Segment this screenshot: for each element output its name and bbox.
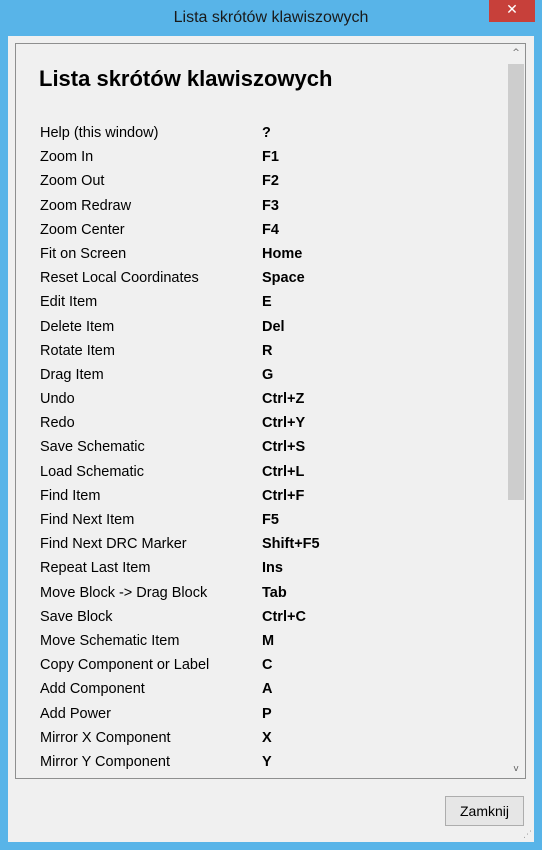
shortcut-key: Ctrl+Y: [262, 415, 306, 432]
shortcut-row: Zoom Redraw F3: [40, 196, 500, 220]
scroll-down-arrow[interactable]: v: [507, 760, 525, 778]
shortcut-row: Zoom Out F2: [40, 171, 500, 195]
chevron-up-icon: ^: [512, 48, 520, 58]
shortcut-row: Repeat Last Item Ins: [40, 558, 500, 582]
window-title: Lista skrótów klawiszowych: [173, 9, 369, 26]
shortcut-action: Mirror Y Component: [40, 753, 171, 770]
shortcut-list-content: Lista skrótów klawiszowych Help (this wi…: [17, 45, 507, 777]
shortcut-action: Find Item: [40, 487, 101, 504]
shortcut-action: Repeat Last Item: [40, 560, 151, 577]
shortcut-row: Undo Ctrl+Z: [40, 389, 500, 413]
shortcut-key: ?: [262, 125, 271, 141]
shortcut-key: Ctrl+L: [262, 463, 305, 480]
vertical-scrollbar[interactable]: ^ v: [507, 44, 525, 778]
shortcut-action: Help (this window): [40, 125, 159, 141]
shortcut-row: Fit on Screen Home: [40, 244, 500, 268]
dialog-client-area: Lista skrótów klawiszowych Help (this wi…: [8, 36, 534, 842]
shortcut-row: Load Schematic Ctrl+L: [40, 462, 500, 486]
shortcut-key: Ctrl+S: [262, 439, 306, 456]
shortcut-row: Rotate Item R: [40, 341, 500, 365]
shortcut-key: X: [262, 729, 272, 746]
shortcut-action: Reset Local Coordinates: [40, 270, 199, 287]
shortcut-action: Zoom Center: [40, 221, 125, 238]
shortcut-row: Reset Local Coordinates Space: [40, 268, 500, 292]
shortcut-key: F5: [262, 512, 279, 528]
shortcut-key: F4: [262, 221, 279, 238]
shortcut-row: Delete Item Del: [40, 317, 500, 341]
shortcut-action: Load Schematic: [40, 463, 144, 480]
shortcut-row: Redo Ctrl+Y: [40, 413, 500, 437]
close-icon: ✕: [506, 2, 518, 18]
shortcut-row: Mirror X Component X: [40, 728, 500, 752]
shortcut-key: Y: [262, 753, 272, 770]
shortcut-row: Copy Component or Label C: [40, 655, 500, 679]
shortcut-action: Redo: [40, 415, 75, 432]
dialog-window: Lista skrótów klawiszowych ✕ Lista skrót…: [0, 0, 542, 850]
shortcut-row: Mirror Y Component Y: [40, 752, 500, 776]
shortcut-key: Del: [262, 318, 285, 335]
shortcut-key: R: [262, 342, 273, 359]
shortcut-action: Move Schematic Item: [40, 632, 180, 649]
shortcut-row: Zoom Center F4: [40, 220, 500, 244]
close-dialog-button[interactable]: Zamknij: [445, 796, 524, 826]
shortcut-key: A: [262, 681, 273, 698]
shortcut-action: Add Component: [40, 681, 145, 698]
shortcut-action: Rotate Item: [40, 342, 115, 359]
shortcut-action: Add Power: [40, 705, 111, 722]
shortcut-key: G: [262, 366, 274, 383]
shortcut-key: C: [262, 657, 273, 674]
shortcut-key: Ctrl+Z: [262, 391, 305, 408]
shortcut-key: Home: [262, 245, 303, 262]
shortcut-key: E: [262, 294, 272, 311]
shortcut-action: Undo: [40, 391, 75, 408]
shortcut-row: Add Component A: [40, 679, 500, 703]
shortcut-row: Add Power P: [40, 704, 500, 728]
shortcut-list-frame: Lista skrótów klawiszowych Help (this wi…: [15, 43, 526, 779]
shortcut-key: Shift+F5: [262, 536, 320, 553]
shortcut-row: Help (this window)?: [40, 123, 500, 147]
shortcut-row: Save Schematic Ctrl+S: [40, 437, 500, 461]
shortcut-row: Move Schematic Item M: [40, 631, 500, 655]
shortcut-action: Save Block: [40, 608, 113, 625]
shortcut-key: P: [262, 705, 272, 722]
shortcut-action: Edit Item: [40, 294, 98, 311]
shortcut-row: Edit Item E: [40, 292, 500, 316]
shortcut-row: Find Next DRC Marker Shift+F5: [40, 534, 500, 558]
window-close-button[interactable]: ✕: [489, 0, 535, 22]
shortcut-action: Mirror X Component: [40, 729, 171, 746]
chevron-down-icon: v: [513, 764, 519, 774]
title-bar[interactable]: Lista skrótów klawiszowych ✕: [0, 0, 542, 36]
shortcut-action: Copy Component or Label: [40, 657, 210, 674]
shortcut-key: Ctrl+C: [262, 608, 306, 625]
shortcut-action: Zoom Redraw: [40, 197, 132, 214]
shortcut-row: Find Item Ctrl+F: [40, 486, 500, 510]
shortcut-row: Drag Item G: [40, 365, 500, 389]
scroll-up-arrow[interactable]: ^: [507, 44, 525, 62]
shortcut-action: Save Schematic: [40, 439, 145, 456]
shortcut-key: Space: [262, 270, 305, 287]
shortcut-action: Drag Item: [40, 366, 104, 383]
shortcut-row: Move Block -> Drag Block Tab: [40, 583, 500, 607]
shortcut-key: F2: [262, 173, 279, 190]
shortcut-key: F1: [262, 149, 279, 166]
shortcut-row: Save Block Ctrl+C: [40, 607, 500, 631]
shortcut-key: Tab: [262, 584, 287, 601]
shortcut-table: Help (this window)? Zoom In F1 Zoom Out F2 Zo…: [40, 123, 500, 776]
scroll-thumb[interactable]: [508, 64, 524, 500]
shortcut-key: Ins: [262, 560, 283, 577]
shortcut-action: Move Block -> Drag Block: [40, 584, 208, 601]
shortcut-action: Find Next DRC Marker: [40, 536, 187, 553]
shortcut-action: Zoom Out: [40, 173, 105, 190]
shortcut-row: Find Next Item F5: [40, 510, 500, 534]
shortcut-action: Fit on Screen: [40, 245, 127, 262]
resize-grip-icon[interactable]: ⋰: [523, 831, 532, 840]
shortcut-action: Find Next Item: [40, 512, 135, 528]
page-title: Lista skrótów klawiszowych: [39, 66, 333, 91]
shortcut-key: Ctrl+F: [262, 487, 305, 504]
shortcut-key: F3: [262, 197, 279, 214]
shortcut-action: Zoom In: [40, 149, 94, 166]
shortcut-key: M: [262, 632, 275, 649]
shortcut-action: Delete Item: [40, 318, 115, 335]
shortcut-row: Zoom In F1: [40, 147, 500, 171]
